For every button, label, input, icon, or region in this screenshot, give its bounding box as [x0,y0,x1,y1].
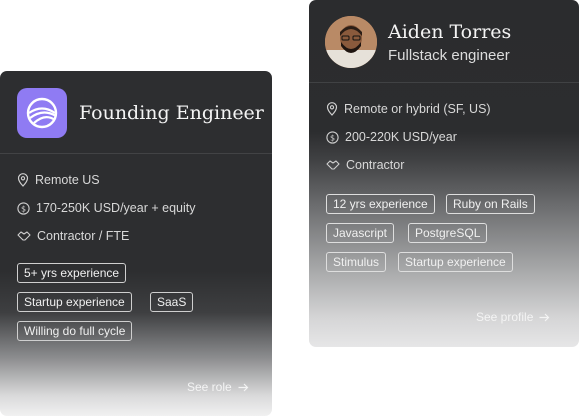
profile-location-text: Remote or hybrid (SF, US) [344,102,491,116]
job-role-card[interactable]: Founding Engineer Remote US $ 170-250K U… [0,71,272,416]
location-pin-icon [326,102,338,116]
avatar [325,16,377,68]
arrow-right-icon [238,383,249,391]
role-location-text: Remote US [35,173,100,187]
svg-text:$: $ [330,133,335,142]
candidate-name: Aiden Torres [388,21,512,43]
profile-tag: Ruby on Rails [446,194,535,214]
candidate-role: Fullstack engineer [388,47,510,64]
profile-employment-type: Contractor [326,158,404,172]
role-salary: $ 170-250K USD/year + equity [17,201,195,215]
profile-salary-text: 200-220K USD/year [345,130,457,144]
profile-salary: $ 200-220K USD/year [326,130,457,144]
dollar-coin-icon: $ [17,201,30,215]
profile-tag: PostgreSQL [408,223,488,243]
profile-header: Aiden Torres Fullstack engineer [309,0,579,83]
role-tag: 5+ yrs experience [17,263,127,283]
handshake-icon [326,160,340,170]
see-role-label: See role [187,380,232,394]
profile-tag: 12 yrs experience [326,194,435,214]
role-type-text: Contractor / FTE [37,229,130,243]
arrow-right-icon [539,313,550,321]
role-employment-type: Contractor / FTE [17,229,129,243]
location-pin-icon [17,173,29,187]
role-title: Founding Engineer [79,102,264,124]
role-tag: Willing do full cycle [17,321,133,341]
profile-tag: Javascript [326,223,395,243]
handshake-icon [17,231,31,241]
profile-type-text: Contractor [346,158,405,172]
see-role-link[interactable]: See role [187,380,249,394]
role-tag: SaaS [150,292,194,312]
svg-text:$: $ [21,204,26,213]
dollar-coin-icon: $ [326,130,339,144]
see-profile-link[interactable]: See profile [476,310,550,324]
role-salary-text: 170-250K USD/year + equity [36,201,196,215]
profile-location: Remote or hybrid (SF, US) [326,102,491,116]
candidate-profile-card[interactable]: Aiden Torres Fullstack engineer Remote o… [309,0,579,347]
company-logo [17,88,67,138]
role-location: Remote US [17,173,100,187]
role-header: Founding Engineer [0,71,272,154]
profile-tag: Startup experience [398,252,513,272]
see-profile-label: See profile [476,310,534,324]
profile-tag: Stimulus [326,252,387,272]
role-tag: Startup experience [17,292,132,312]
